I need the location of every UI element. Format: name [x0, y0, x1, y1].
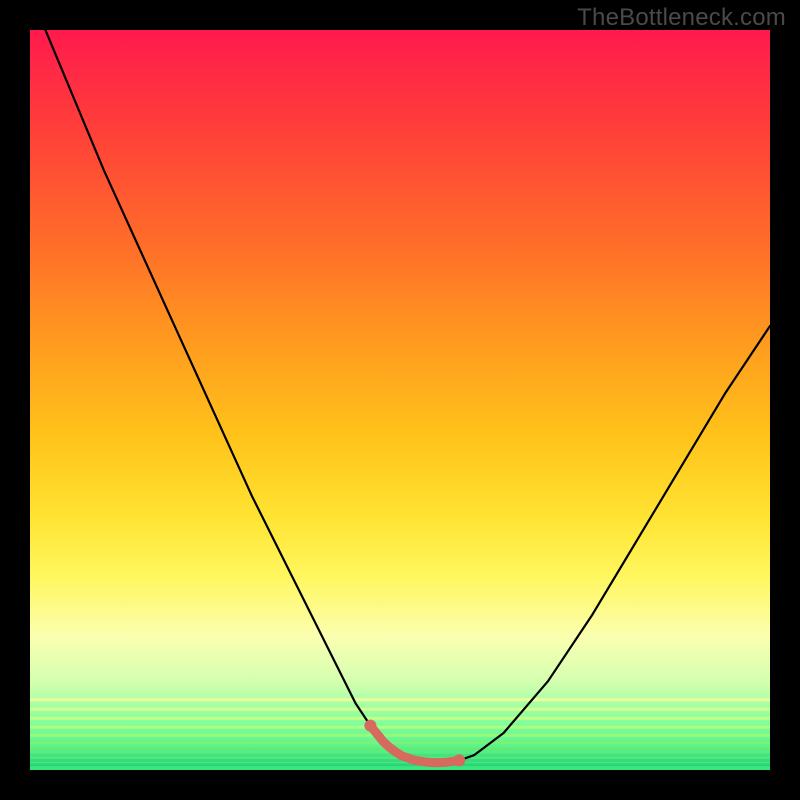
chart-frame: TheBottleneck.com — [0, 0, 800, 800]
optimal-range-right-dot — [453, 754, 465, 766]
bottleneck-curve — [30, 30, 770, 763]
chart-svg — [30, 30, 770, 770]
plot-area — [30, 30, 770, 770]
watermark-text: TheBottleneck.com — [577, 4, 786, 32]
optimal-range-left-dot — [364, 720, 376, 732]
